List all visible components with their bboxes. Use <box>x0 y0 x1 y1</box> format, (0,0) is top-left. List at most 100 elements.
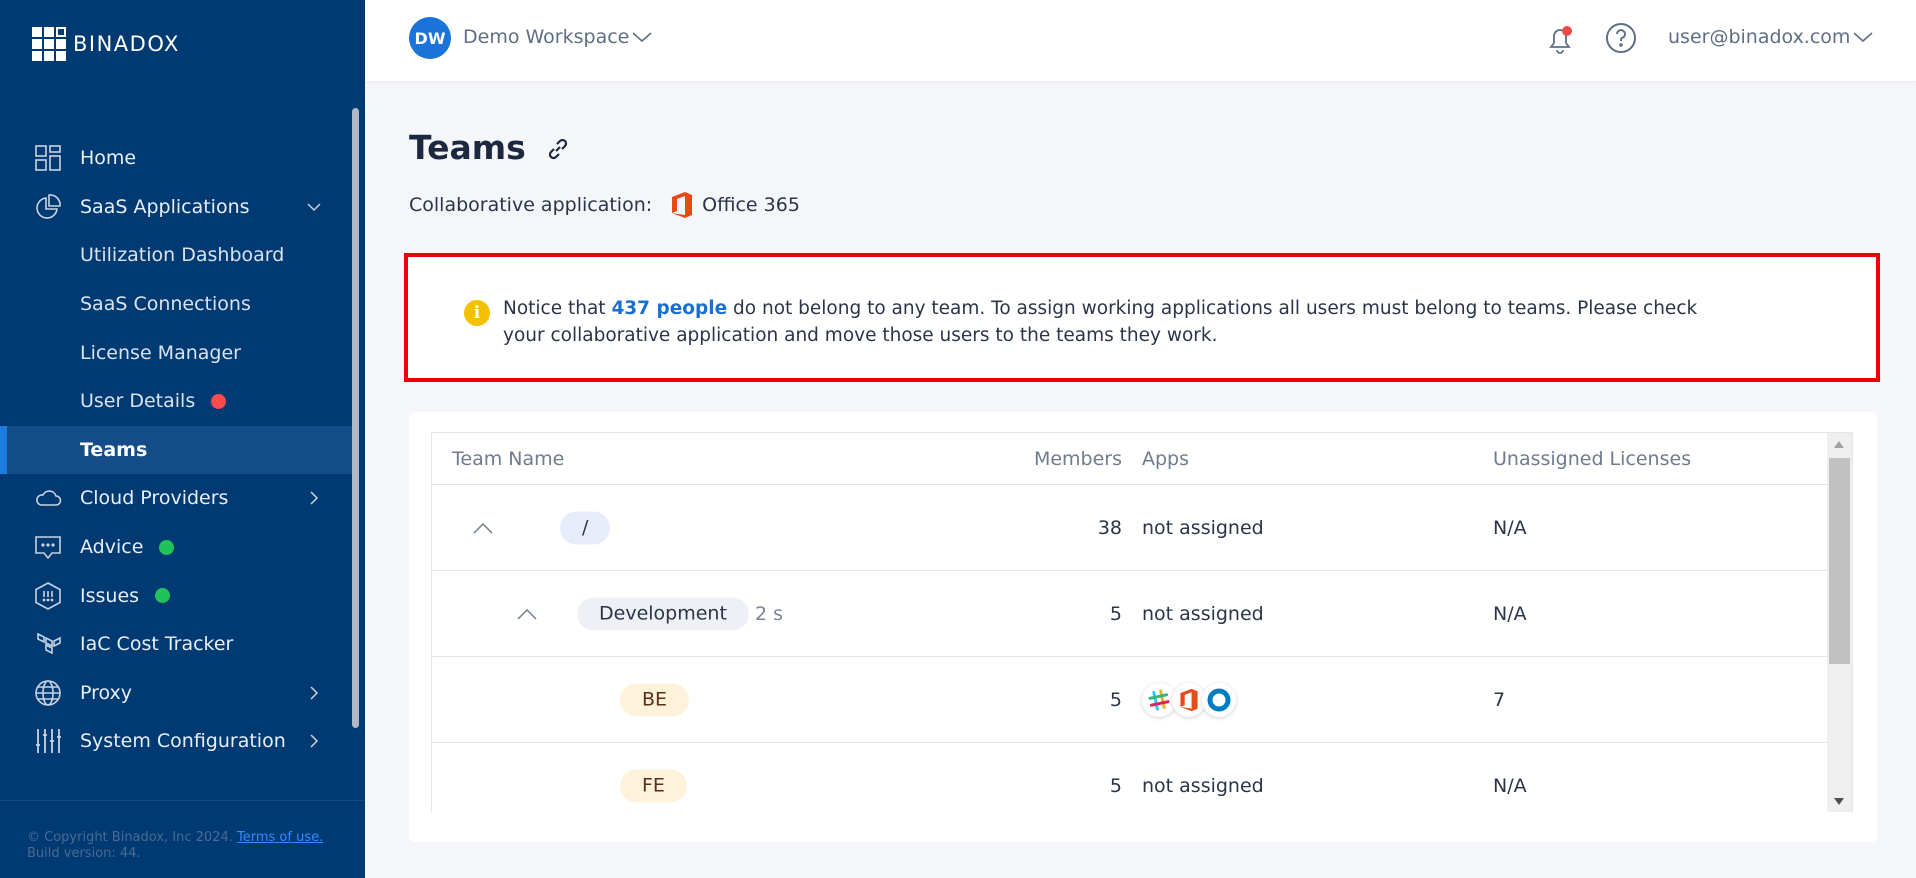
sidebar-item-license-manager[interactable]: License Manager <box>0 328 352 377</box>
sidebar-item-label: IaC Cost Tracker <box>80 633 234 656</box>
teams-table: Team Name Members Apps Unassigned Licens… <box>431 432 1853 812</box>
logo-grid-icon <box>32 27 66 61</box>
column-team-name[interactable]: Team Name <box>452 448 564 470</box>
team-chip[interactable]: BE <box>620 683 690 716</box>
terms-of-use-link[interactable]: Terms of use. <box>237 830 323 845</box>
table-row: Development 2 s 5 not assigned N/A <box>432 571 1829 657</box>
slack-icon[interactable] <box>1142 682 1176 717</box>
help-icon[interactable] <box>1605 22 1637 54</box>
logo-text: BINADOX <box>73 32 180 56</box>
members-count: 5 <box>1109 774 1122 797</box>
unassigned-licenses-value: N/A <box>1493 516 1527 539</box>
chevron-down-icon[interactable] <box>1853 30 1873 44</box>
workspace-selector[interactable]: Demo Workspace <box>463 26 629 48</box>
column-members[interactable]: Members <box>1034 448 1122 470</box>
apps-value: not assigned <box>1142 602 1264 625</box>
sidebar: BINADOX Home SaaS Applications Utilizati… <box>0 0 365 878</box>
notification-badge <box>211 393 227 409</box>
apps-value: not assigned <box>1142 774 1264 797</box>
members-count: 5 <box>1109 688 1122 711</box>
home-grid-icon <box>34 144 62 172</box>
binadox-logo[interactable]: BINADOX <box>32 27 180 61</box>
sidebar-item-label: License Manager <box>80 341 241 364</box>
apps-icons <box>1142 682 1236 717</box>
scrollbar-thumb[interactable] <box>1829 458 1850 664</box>
chevron-right-icon <box>310 686 319 700</box>
workspace-avatar[interactable]: DW <box>409 17 451 59</box>
members-count: 38 <box>1097 516 1122 539</box>
sidebar-item-saas-applications[interactable]: SaaS Applications <box>0 183 352 232</box>
members-count: 5 <box>1109 602 1122 625</box>
table-row: BE 5 7 <box>432 657 1829 743</box>
chevron-right-icon <box>310 491 319 505</box>
sidebar-item-label: System Configuration <box>80 730 286 753</box>
sidebar-scrollbar[interactable] <box>352 108 359 728</box>
table-row: FE 5 not assigned N/A <box>432 743 1829 812</box>
collapse-caret-icon[interactable] <box>472 521 494 535</box>
sliders-icon <box>34 727 62 755</box>
scroll-down-arrow-icon[interactable] <box>1834 798 1844 805</box>
sidebar-item-user-details[interactable]: User Details <box>0 377 352 426</box>
unassigned-licenses-value: N/A <box>1493 774 1527 797</box>
unassigned-licenses-value: 7 <box>1493 688 1506 711</box>
sidebar-item-teams[interactable]: Teams <box>0 425 352 475</box>
apps-value: not assigned <box>1142 516 1264 539</box>
user-menu[interactable]: user@binadox.com <box>1668 26 1850 48</box>
sidebar-divider <box>0 800 365 801</box>
okta-icon[interactable] <box>1202 682 1236 717</box>
sidebar-item-label: User Details <box>80 390 196 413</box>
build-version: Build version: 44. <box>27 846 141 861</box>
collapse-caret-icon[interactable] <box>516 607 538 621</box>
collab-label: Collaborative application: <box>409 194 653 216</box>
notification-bell-icon[interactable] <box>1545 22 1577 56</box>
sidebar-footer: © Copyright Binadox, Inc 2024. Terms of … <box>27 830 323 862</box>
chat-icon <box>34 533 62 561</box>
collaborative-application: Collaborative application: Office 365 <box>409 191 800 219</box>
sidebar-item-label: Teams <box>80 438 148 461</box>
scroll-up-arrow-icon[interactable] <box>1834 441 1844 448</box>
sidebar-item-label: SaaS Connections <box>80 293 251 316</box>
sidebar-item-label: Cloud Providers <box>80 487 229 510</box>
globe-icon <box>34 679 62 707</box>
sidebar-item-proxy[interactable]: Proxy <box>0 669 352 718</box>
info-icon: i <box>464 300 490 326</box>
sidebar-item-label: Utilization Dashboard <box>80 244 285 267</box>
office365-icon <box>672 192 693 218</box>
chevron-down-icon <box>307 203 321 211</box>
sidebar-item-utilization-dashboard[interactable]: Utilization Dashboard <box>0 231 352 280</box>
sidebar-item-system-configuration[interactable]: System Configuration <box>0 717 352 766</box>
sidebar-item-label: Proxy <box>80 681 133 704</box>
sidebar-item-label: SaaS Applications <box>80 195 250 218</box>
team-chip[interactable]: FE <box>620 769 687 802</box>
table-scrollbar[interactable] <box>1827 433 1852 812</box>
column-apps[interactable]: Apps <box>1142 448 1189 470</box>
terraform-icon <box>34 630 62 658</box>
office365-icon[interactable] <box>1172 682 1206 717</box>
collab-app-name: Office 365 <box>702 194 800 216</box>
unassigned-users-notice: i Notice that 437 people do not belong t… <box>404 253 1880 382</box>
status-badge <box>159 539 175 555</box>
sidebar-item-home[interactable]: Home <box>0 134 352 183</box>
hexagon-alert-icon <box>34 581 62 610</box>
status-badge <box>155 588 171 604</box>
page-title: Teams <box>409 128 526 167</box>
cloud-icon <box>34 484 62 512</box>
sidebar-item-issues[interactable]: Issues <box>0 571 352 620</box>
team-chip[interactable]: / <box>560 511 611 544</box>
sidebar-item-advice[interactable]: Advice <box>0 523 352 572</box>
table-header: Team Name Members Apps Unassigned Licens… <box>432 433 1829 485</box>
sidebar-item-label: Issues <box>80 584 140 607</box>
pie-chart-icon <box>34 193 62 221</box>
sidebar-item-cloud-providers[interactable]: Cloud Providers <box>0 474 352 523</box>
link-icon[interactable] <box>545 136 571 162</box>
team-chip[interactable]: Development <box>577 597 749 630</box>
sidebar-item-saas-connections[interactable]: SaaS Connections <box>0 280 352 329</box>
column-unassigned-licenses[interactable]: Unassigned Licenses <box>1493 448 1691 470</box>
unassigned-people-link[interactable]: 437 people <box>611 298 727 319</box>
chevron-down-icon[interactable] <box>632 30 652 44</box>
teams-card: Team Name Members Apps Unassigned Licens… <box>409 412 1877 842</box>
notice-text: Notice that 437 people do not belong to … <box>503 295 1703 349</box>
sidebar-item-label: Home <box>80 147 137 170</box>
chevron-right-icon <box>310 734 319 748</box>
sidebar-item-iac-cost-tracker[interactable]: IaC Cost Tracker <box>0 620 352 669</box>
